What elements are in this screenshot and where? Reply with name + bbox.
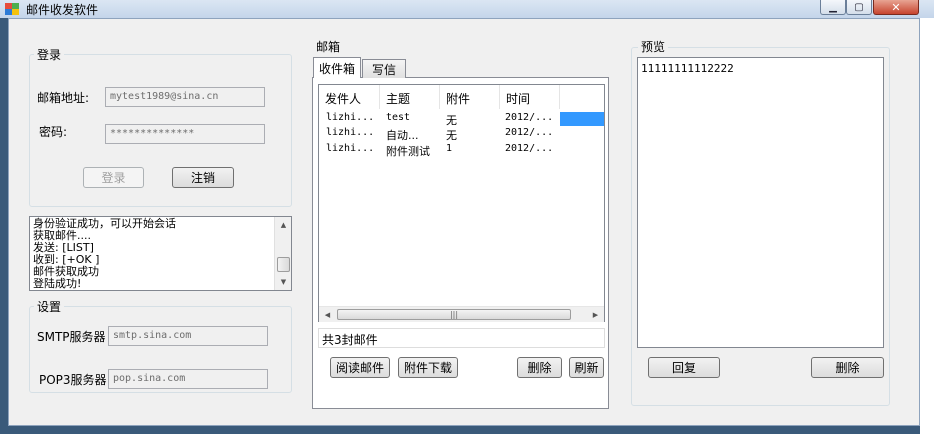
log-textbox[interactable]: 身份验证成功，可以开始会话 获取邮件.... 发送: [LIST] 收到: [+…: [29, 216, 292, 291]
maximize-button[interactable]: ▢: [846, 0, 872, 15]
column-header-sender[interactable]: 发件人: [319, 85, 380, 109]
cell-sender: lizhi...: [326, 143, 375, 154]
tab-compose[interactable]: 写信: [362, 59, 406, 78]
thumb-grip-icon: |||: [449, 310, 459, 319]
table-row[interactable]: lizhi... 附件测试 1 2012/...: [319, 143, 587, 158]
tab-inbox[interactable]: 收件箱: [313, 57, 361, 78]
cell-time: 2012/...: [505, 143, 554, 154]
delete-preview-button[interactable]: 删除: [811, 357, 884, 378]
pop3-field[interactable]: pop.sina.com: [108, 369, 268, 389]
mailbox-legend: 邮箱: [313, 38, 344, 55]
email-field[interactable]: mytest1989@sina.cn: [105, 87, 265, 107]
login-button[interactable]: 登录: [83, 167, 144, 188]
refresh-button[interactable]: 刷新: [569, 357, 604, 378]
read-mail-button[interactable]: 阅读邮件: [330, 357, 390, 378]
scroll-right-icon[interactable]: ▶: [587, 307, 604, 323]
download-attachment-button[interactable]: 附件下载: [398, 357, 458, 378]
logout-button[interactable]: 注销: [172, 167, 234, 188]
scroll-up-icon[interactable]: ▲: [275, 217, 291, 233]
cell-attachment: 无: [446, 129, 457, 142]
table-row[interactable]: lizhi... test 无 2012/...: [319, 112, 587, 127]
title-bar: [0, 0, 934, 18]
log-lines: 身份验证成功，可以开始会话 获取邮件.... 发送: [LIST] 收到: [+…: [33, 218, 273, 290]
preview-legend: 预览: [638, 38, 669, 55]
scroll-left-icon[interactable]: ◀: [319, 307, 336, 323]
app-icon: [4, 2, 20, 16]
delete-mail-button[interactable]: 删除: [517, 357, 562, 378]
email-label: 邮箱地址:: [37, 91, 90, 105]
settings-legend: 设置: [34, 298, 65, 315]
log-line: 登陆成功!: [33, 277, 82, 290]
cell-subject: test: [386, 112, 411, 123]
selection-highlight: [560, 112, 604, 126]
smtp-field[interactable]: smtp.sina.com: [108, 326, 268, 346]
cell-subject: 附件测试: [386, 145, 430, 158]
cell-attachment: 1: [446, 143, 453, 154]
maximize-icon: ▢: [854, 1, 864, 13]
cell-sender: lizhi...: [326, 112, 375, 123]
column-header-filler: [560, 85, 604, 109]
background-window: [920, 18, 934, 434]
mail-count-status: 共3封邮件: [318, 328, 605, 348]
minimize-button[interactable]: ▁: [820, 0, 846, 15]
password-label: 密码:: [39, 125, 68, 139]
cell-attachment: 无: [446, 114, 457, 127]
pop3-label: POP3服务器: [39, 373, 107, 387]
close-button[interactable]: ✕: [873, 0, 919, 15]
column-header-time[interactable]: 时间: [500, 85, 560, 109]
cell-subject: 自动...: [386, 129, 419, 142]
log-scrollbar[interactable]: ▲ ▼: [274, 217, 291, 290]
reply-button[interactable]: 回复: [648, 357, 720, 378]
cell-time: 2012/...: [505, 112, 554, 123]
mail-list-hscrollbar[interactable]: ◀ ||| ▶: [319, 306, 604, 322]
scroll-down-icon[interactable]: ▼: [275, 274, 291, 290]
close-icon: ✕: [891, 0, 901, 14]
cell-sender: lizhi...: [326, 127, 375, 138]
login-legend: 登录: [34, 46, 65, 63]
smtp-label: SMTP服务器: [37, 330, 106, 344]
mail-list[interactable]: 发件人 主题 附件 时间 lizhi... test 无 2012/... li…: [318, 84, 605, 322]
password-field[interactable]: **************: [105, 124, 265, 144]
window-title: 邮件收发软件: [26, 3, 99, 17]
column-header-attachment[interactable]: 附件: [440, 85, 500, 109]
cell-time: 2012/...: [505, 127, 554, 138]
scroll-thumb[interactable]: |||: [337, 309, 571, 320]
preview-textbox[interactable]: 11111111112222: [637, 57, 884, 348]
table-row[interactable]: lizhi... 自动... 无 2012/...: [319, 127, 587, 142]
column-header-subject[interactable]: 主题: [380, 85, 440, 109]
minimize-icon: ▁: [829, 1, 837, 13]
scroll-thumb[interactable]: [277, 257, 290, 272]
